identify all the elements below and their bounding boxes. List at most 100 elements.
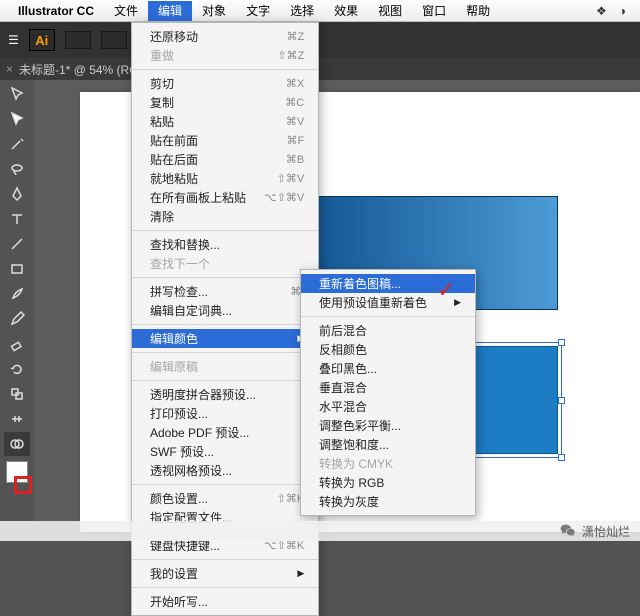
scale-tool[interactable]: [4, 382, 30, 406]
menu-item[interactable]: 垂直混合: [301, 378, 475, 397]
menu-item-label: 水平混合: [319, 398, 461, 415]
menubar-item-对象[interactable]: 对象: [192, 1, 236, 21]
rotate-tool[interactable]: [4, 357, 30, 381]
menu-item-label: SWF 预设...: [150, 443, 304, 460]
menu-item: 重做⇧⌘Z: [132, 46, 318, 65]
type-tool[interactable]: [4, 207, 30, 231]
tool-panel: [0, 80, 34, 521]
menu-item-label: 编辑原稿: [150, 358, 304, 375]
menubar-item-帮助[interactable]: 帮助: [456, 1, 500, 21]
menu-item[interactable]: 开始听写...: [132, 592, 318, 611]
menu-item[interactable]: 反相颜色: [301, 340, 475, 359]
menu-item-shortcut: ⌘Z: [287, 30, 305, 43]
menu-item-shortcut: ⇧⌘V: [277, 172, 305, 185]
menubar-item-窗口[interactable]: 窗口: [412, 1, 456, 21]
menu-item[interactable]: 拼写检查...⌘I: [132, 282, 318, 301]
menu-item[interactable]: 剪切 ⌘X: [132, 74, 318, 93]
app-name: Illustrator CC: [8, 4, 104, 18]
menu-item-label: 重做: [150, 47, 259, 64]
menu-item-shortcut: ⌘C: [285, 96, 304, 109]
menu-item[interactable]: 贴在后面⌘B: [132, 150, 318, 169]
edit-colors-submenu: 重新着色图稿...使用预设值重新着色▶ 前后混合反相颜色叠印黑色...垂直混合水平…: [300, 269, 476, 516]
menu-item[interactable]: 编辑自定词典...: [132, 301, 318, 320]
menu-item[interactable]: 重新着色图稿...: [301, 274, 475, 293]
menu-item-label: 转换为灰度: [319, 493, 461, 510]
menu-item-shortcut: ⌘X: [286, 77, 304, 90]
menu-item[interactable]: 还原移动⌘Z: [132, 27, 318, 46]
document-tabrow: × 未标题-1* @ 54% (RG: [0, 58, 640, 80]
menu-item: 编辑原稿: [132, 357, 318, 376]
menu-item[interactable]: 水平混合: [301, 397, 475, 416]
document-tab-label[interactable]: 未标题-1* @ 54% (RG: [19, 61, 139, 78]
magic-wand-tool[interactable]: [4, 132, 30, 156]
menu-item[interactable]: 粘贴 ⌘V: [132, 112, 318, 131]
pen-tool[interactable]: [4, 182, 30, 206]
footer-watermark: 潇怡灿烂: [0, 521, 640, 541]
menu-item[interactable]: 就地粘贴 ⇧⌘V: [132, 169, 318, 188]
menu-item-label: 重新着色图稿...: [319, 275, 461, 292]
lasso-tool[interactable]: [4, 157, 30, 181]
menubar-item-文件[interactable]: 文件: [104, 1, 148, 21]
wechat-icon[interactable]: ❖: [590, 4, 613, 18]
menu-item[interactable]: 打印预设...: [132, 404, 318, 423]
menu-item[interactable]: 前后混合: [301, 321, 475, 340]
menu-item-label: 转换为 CMYK: [319, 455, 461, 472]
menu-item[interactable]: 编辑颜色▶: [132, 329, 318, 348]
menubar-item-视图[interactable]: 视图: [368, 1, 412, 21]
menu-item-label: 我的设置: [150, 565, 283, 582]
line-tool[interactable]: [4, 232, 30, 256]
rectangle-tool[interactable]: [4, 257, 30, 281]
menu-item-shortcut: ⌥⇧⌘V: [264, 191, 304, 204]
menu-item[interactable]: Adobe PDF 预设...: [132, 423, 318, 442]
menu-item-label: 编辑自定词典...: [150, 302, 304, 319]
menu-item[interactable]: 转换为 RGB: [301, 473, 475, 492]
stroke-color-chip[interactable]: [14, 476, 32, 494]
eraser-tool[interactable]: [4, 332, 30, 356]
menubar-item-选择[interactable]: 选择: [280, 1, 324, 21]
menu-item[interactable]: 我的设置 ▶: [132, 564, 318, 583]
control-swatch[interactable]: [65, 31, 91, 49]
menu-item-label: 就地粘贴: [150, 170, 259, 187]
direct-selection-tool[interactable]: [4, 107, 30, 131]
system-menubar: Illustrator CC 文件编辑对象文字选择效果视图窗口帮助 ❖ ◑: [0, 0, 640, 22]
menu-item-label: 调整饱和度...: [319, 436, 461, 453]
menu-item[interactable]: 清除: [132, 207, 318, 226]
menu-item-label: 转换为 RGB: [319, 474, 461, 491]
menu-item-shortcut: ⌘V: [286, 115, 304, 128]
menu-item-label: 剪切: [150, 75, 268, 92]
menu-item[interactable]: 调整饱和度...: [301, 435, 475, 454]
paintbrush-tool[interactable]: [4, 282, 30, 306]
menu-item-label: 颜色设置...: [150, 490, 259, 507]
menubar-item-效果[interactable]: 效果: [324, 1, 368, 21]
menubar-item-编辑[interactable]: 编辑: [148, 1, 192, 21]
pencil-tool[interactable]: [4, 307, 30, 331]
menu-item[interactable]: SWF 预设...: [132, 442, 318, 461]
menu-item[interactable]: 透视网格预设...: [132, 461, 318, 480]
menu-item-label: 编辑颜色: [150, 330, 283, 347]
menu-item-label: 清除: [150, 208, 304, 225]
menu-item[interactable]: 转换为灰度: [301, 492, 475, 511]
menu-item-label: 开始听写...: [150, 593, 304, 610]
menu-item[interactable]: 使用预设值重新着色▶: [301, 293, 475, 312]
qq-icon[interactable]: ◑: [613, 4, 632, 18]
menu-item[interactable]: 在所有画板上粘贴⌥⇧⌘V: [132, 188, 318, 207]
shape-builder-tool[interactable]: [4, 432, 30, 456]
submenu-arrow-icon: ▶: [297, 568, 304, 579]
selection-tool[interactable]: [4, 82, 30, 106]
menu-item[interactable]: 叠印黑色...: [301, 359, 475, 378]
menu-item[interactable]: 颜色设置...⇧⌘K: [132, 489, 318, 508]
menu-item[interactable]: 复制⌘C: [132, 93, 318, 112]
menu-item[interactable]: 贴在前面⌘F: [132, 131, 318, 150]
control-stroke[interactable]: [101, 31, 127, 49]
close-tab-icon[interactable]: ×: [6, 62, 13, 76]
menu-item[interactable]: 透明度拼合器预设...: [132, 385, 318, 404]
menu-item[interactable]: 调整色彩平衡...: [301, 416, 475, 435]
menu-item-label: 贴在前面: [150, 132, 269, 149]
menu-item: 查找下一个: [132, 254, 318, 273]
menu-item: 转换为 CMYK: [301, 454, 475, 473]
menu-item[interactable]: 查找和替换...: [132, 235, 318, 254]
width-tool[interactable]: [4, 407, 30, 431]
menubar-item-文字[interactable]: 文字: [236, 1, 280, 21]
app-logo: Ai: [29, 29, 55, 51]
menu-item-label: 粘贴: [150, 113, 268, 130]
